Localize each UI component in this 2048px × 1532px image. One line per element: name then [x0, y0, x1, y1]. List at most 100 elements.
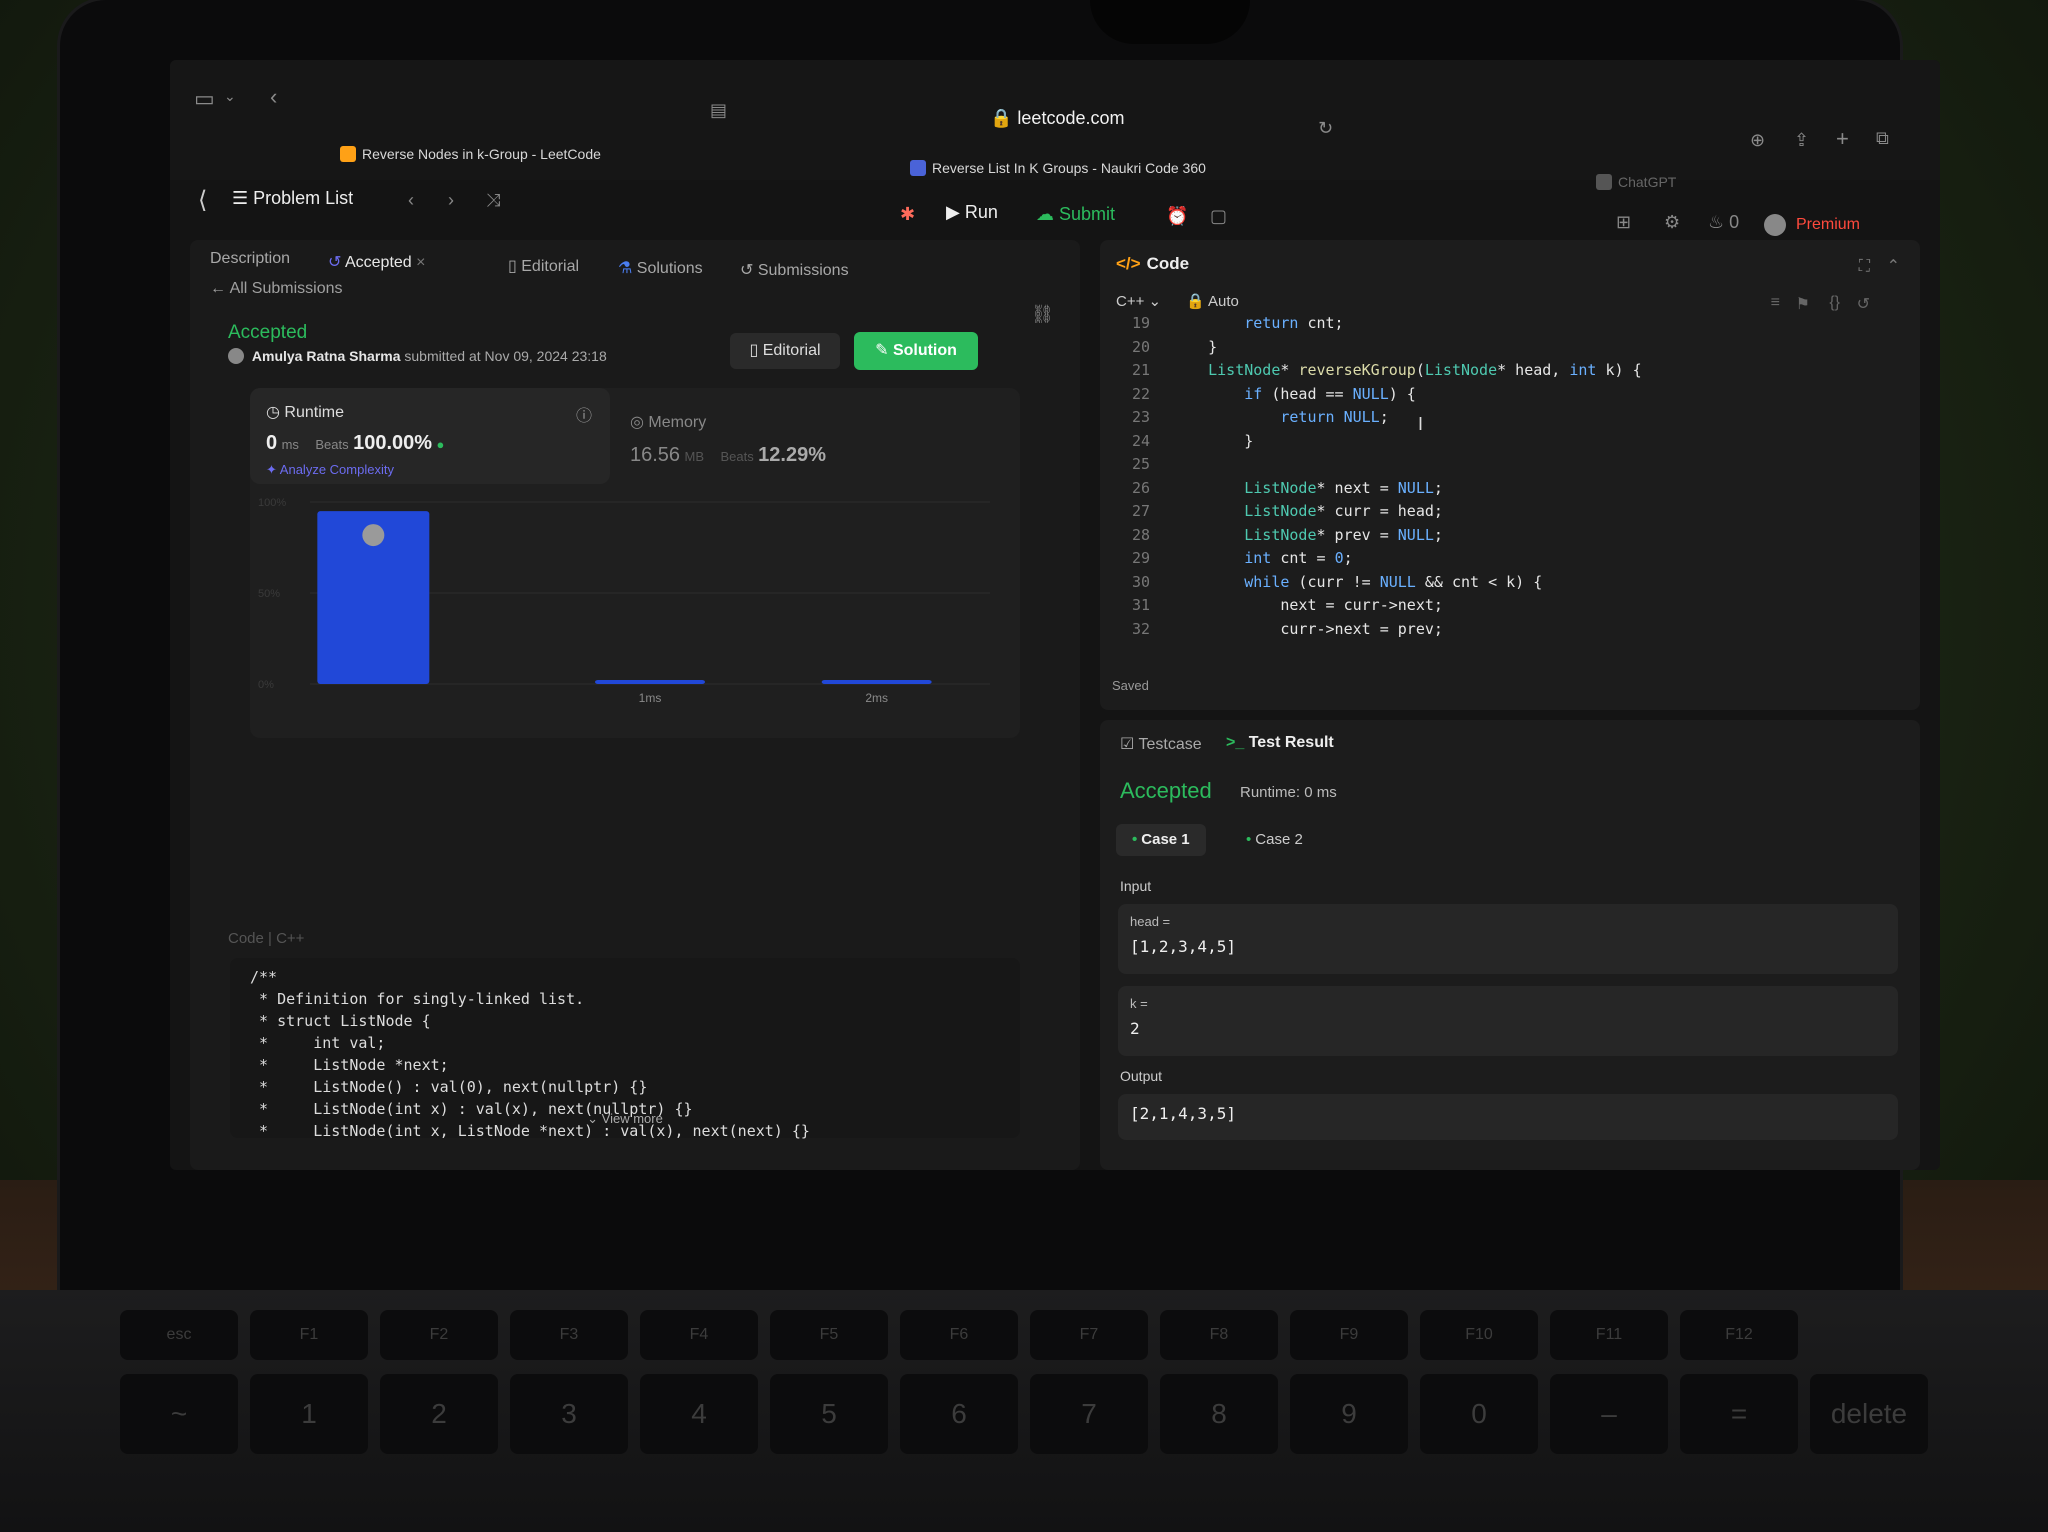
code-line[interactable]: 32 curr->next = prev; [1116, 618, 1642, 642]
key-3[interactable]: 3 [510, 1374, 628, 1454]
tab-submissions[interactable]: ↺ Submissions [740, 260, 849, 280]
auto-mode[interactable]: 🔒 Auto [1186, 292, 1239, 310]
view-more-link[interactable]: ⌄ View more [230, 1108, 1020, 1130]
key-=[interactable]: = [1680, 1374, 1798, 1454]
key-5[interactable]: 5 [770, 1374, 888, 1454]
close-icon[interactable]: × [416, 254, 425, 271]
collapse-icon[interactable]: ⌃ [1887, 256, 1900, 276]
key-f9[interactable]: F9 [1290, 1310, 1408, 1360]
code-line[interactable]: 25 [1116, 453, 1642, 477]
all-submissions-link[interactable]: ← All Submissions [210, 280, 343, 298]
pass-dot-icon: • [1246, 831, 1252, 848]
editorial-button[interactable]: ▯ Editorial [730, 333, 840, 369]
reader-icon[interactable]: ▤ [710, 100, 727, 121]
problem-list-link[interactable]: ☰ Problem List [232, 188, 353, 209]
chevron-down-icon[interactable]: ⌄ [224, 88, 236, 105]
user-avatar[interactable] [1764, 214, 1786, 236]
prev-problem-icon[interactable]: ‹ [408, 190, 414, 211]
code-line[interactable]: 28 ListNode* prev = NULL; [1116, 524, 1642, 548]
key-f10[interactable]: F10 [1420, 1310, 1538, 1360]
code-lines[interactable]: 19 return cnt; 20 } 21 ListNode* reverseKG… [1116, 312, 1642, 641]
next-problem-icon[interactable]: › [448, 190, 454, 211]
key-2[interactable]: 2 [380, 1374, 498, 1454]
code-line[interactable]: 26 ListNode* next = NULL; [1116, 477, 1642, 501]
case-2-tab[interactable]: • Case 2 [1230, 824, 1319, 856]
key-6[interactable]: 6 [900, 1374, 1018, 1454]
key-f1[interactable]: F1 [250, 1310, 368, 1360]
submit-button[interactable]: ☁ Submit [1036, 204, 1115, 225]
terminal-icon: >_ [1226, 734, 1249, 751]
info-icon[interactable]: ⓘ [576, 402, 592, 426]
address-bar[interactable]: 🔒 leetcode.com [990, 108, 1124, 129]
language-select[interactable]: C++ ⌄ [1116, 292, 1161, 310]
layout-icon[interactable]: ⊞ [1616, 212, 1631, 233]
tab-description[interactable]: Description [210, 250, 290, 268]
debug-icon[interactable]: ✱ [900, 204, 915, 225]
key-esc[interactable]: esc [120, 1310, 238, 1360]
code-line[interactable]: 21 ListNode* reverseKGroup(ListNode* hea… [1116, 359, 1642, 383]
leetcode-logo-icon[interactable]: ⟨ [198, 186, 207, 215]
tab-accepted[interactable]: ↺ Accepted × [328, 252, 425, 272]
back-icon[interactable]: ‹ [270, 84, 277, 110]
key-–[interactable]: – [1550, 1374, 1668, 1454]
bar-1ms[interactable] [595, 680, 705, 684]
key-f7[interactable]: F7 [1030, 1310, 1148, 1360]
key-1[interactable]: 1 [250, 1374, 368, 1454]
sidebar-toggle-icon[interactable]: ▭ [194, 86, 215, 112]
memory-card[interactable]: ◎ Memory 16.56 MB Beats 12.29% [630, 398, 930, 488]
code-line[interactable]: 20 } [1116, 336, 1642, 360]
tab-editorial[interactable]: ▯ Editorial [508, 256, 579, 276]
code-line[interactable]: 22 if (head == NULL) { [1116, 383, 1642, 407]
key-f4[interactable]: F4 [640, 1310, 758, 1360]
settings-gear-icon[interactable]: ⚙ [1664, 212, 1680, 233]
key-f12[interactable]: F12 [1680, 1310, 1798, 1360]
tab-test-result[interactable]: >_ Test Result [1226, 734, 1334, 752]
tab-testcase[interactable]: ☑ Testcase [1120, 734, 1202, 754]
download-icon[interactable]: ⊕ [1750, 130, 1765, 151]
key-f6[interactable]: F6 [900, 1310, 1018, 1360]
key-7[interactable]: 7 [1030, 1374, 1148, 1454]
share-icon[interactable]: ⇪ [1794, 130, 1809, 151]
bar-2ms[interactable] [821, 680, 932, 684]
key-9[interactable]: 9 [1290, 1374, 1408, 1454]
premium-link[interactable]: Premium [1796, 216, 1860, 234]
link-icon[interactable]: ⛓ [1031, 304, 1054, 325]
key-f2[interactable]: F2 [380, 1310, 498, 1360]
runtime-card[interactable]: ◷ Runtime ⓘ 0 ms Beats 100.00% ● ✦ Analy… [250, 388, 610, 484]
code-line[interactable]: 19 return cnt; [1116, 312, 1642, 336]
key-f8[interactable]: F8 [1160, 1310, 1278, 1360]
key-f5[interactable]: F5 [770, 1310, 888, 1360]
code-line[interactable]: 30 while (curr != NULL && cnt < k) { [1116, 571, 1642, 595]
key-f3[interactable]: F3 [510, 1310, 628, 1360]
key-4[interactable]: 4 [640, 1374, 758, 1454]
notes-icon[interactable]: ▢ [1210, 206, 1227, 227]
analyze-complexity-link[interactable]: ✦ Analyze Complexity [266, 462, 394, 478]
solution-button[interactable]: ✎ Solution [854, 332, 978, 370]
timer-icon[interactable]: ⏰ [1166, 206, 1188, 227]
shuffle-icon[interactable]: ⤨ [486, 190, 500, 211]
case-1-tab[interactable]: • Case 1 [1116, 824, 1206, 856]
format-icon[interactable]: ≡ [1771, 294, 1780, 312]
check-icon: ● [436, 437, 445, 452]
code-line[interactable]: 23 return NULL; [1116, 406, 1642, 430]
braces-icon[interactable]: {} [1829, 294, 1840, 312]
run-button[interactable]: ▶ Run [946, 202, 998, 223]
tabs-overview-icon[interactable]: ⧉ [1876, 128, 1889, 149]
reload-icon[interactable]: ↻ [1318, 118, 1333, 139]
fullscreen-icon[interactable]: ⛶ [1859, 258, 1870, 276]
key-~[interactable]: ~ [120, 1374, 238, 1454]
submitter-name[interactable]: Amulya Ratna Sharma [252, 348, 401, 364]
key-8[interactable]: 8 [1160, 1374, 1278, 1454]
streak-fire-icon[interactable]: ♨ 0 [1708, 212, 1739, 233]
code-line[interactable]: 31 next = curr->next; [1116, 594, 1642, 618]
code-line[interactable]: 24 } [1116, 430, 1642, 454]
key-delete[interactable]: delete [1810, 1374, 1928, 1454]
new-tab-icon[interactable]: + [1836, 126, 1849, 152]
reset-icon[interactable]: ↺ [1857, 294, 1870, 314]
code-line[interactable]: 29 int cnt = 0; [1116, 547, 1642, 571]
tab-solutions[interactable]: ⚗ Solutions [618, 258, 703, 278]
code-line[interactable]: 27 ListNode* curr = head; [1116, 500, 1642, 524]
key-0[interactable]: 0 [1420, 1374, 1538, 1454]
key-f11[interactable]: F11 [1550, 1310, 1668, 1360]
bookmark-icon[interactable]: ⚑ [1796, 294, 1810, 314]
